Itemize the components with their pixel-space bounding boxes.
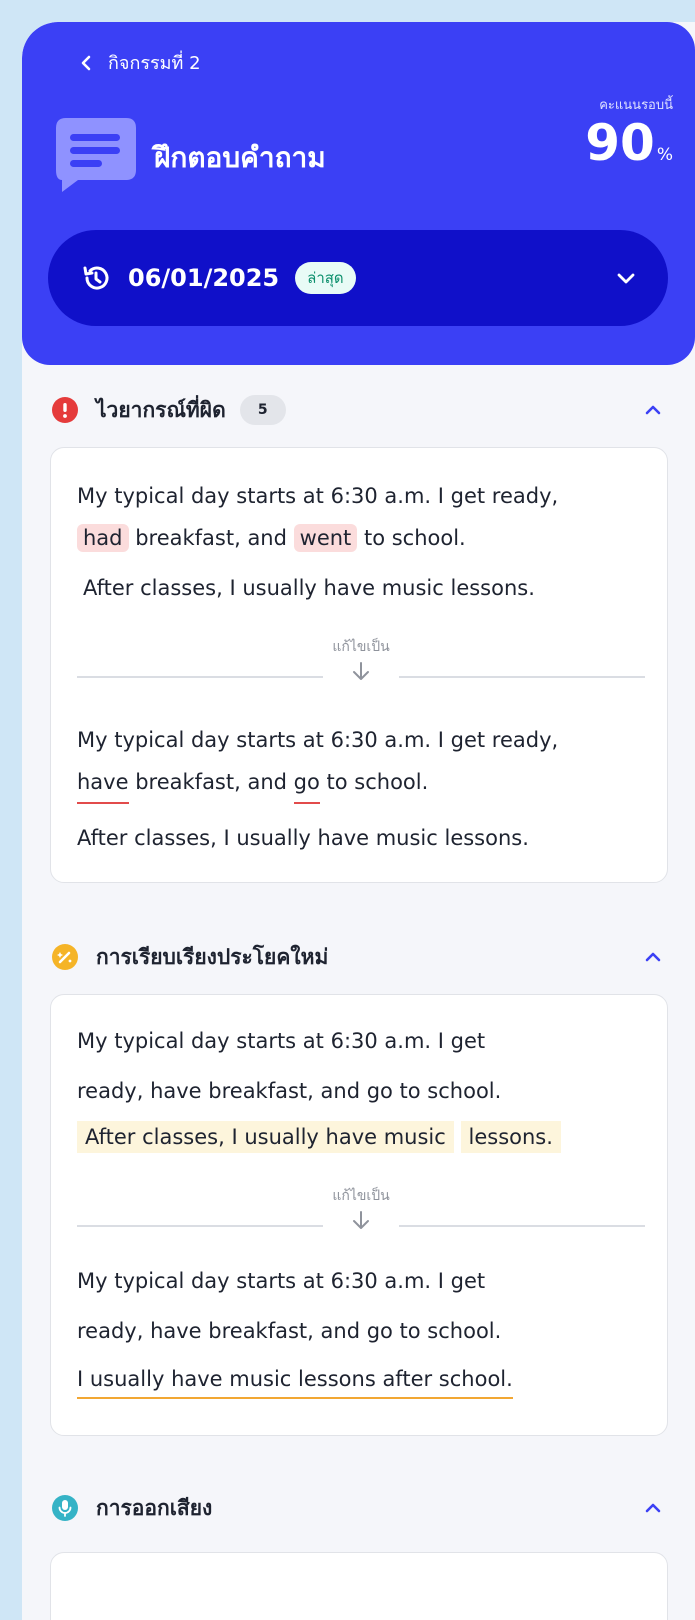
grammar-fixed-word: have xyxy=(77,770,129,804)
rephrase-corrected-line-1: My typical day starts at 6:30 a.m. I get xyxy=(77,1269,486,1293)
rephrase-highlight: lessons. xyxy=(460,1121,561,1153)
grammar-corrected-line-1: My typical day starts at 6:30 a.m. I get… xyxy=(77,728,559,752)
history-icon xyxy=(83,266,109,290)
divider-line xyxy=(399,1225,645,1227)
correction-divider: แก้ไขเป็น xyxy=(77,636,645,696)
rephrase-original-line-2: ready, have breakfast, and go to school. xyxy=(77,1079,502,1103)
divider-line xyxy=(77,676,323,678)
score-unit: % xyxy=(656,145,673,165)
microphone-icon xyxy=(52,1495,78,1521)
arrow-down-icon xyxy=(353,1211,369,1229)
divider-label: แก้ไขเป็น xyxy=(332,639,390,655)
divider-line xyxy=(77,1225,323,1227)
grammar-original-line-3: After classes, I usually have music less… xyxy=(83,576,535,600)
arrow-down-icon xyxy=(353,662,369,680)
grammar-corrected-text: to school. xyxy=(326,770,429,794)
chevron-down-icon xyxy=(617,273,635,284)
page-title: ฝึกตอบคำถาม xyxy=(154,141,326,174)
rephrase-section-title: การเรียบเรียงประโยคใหม่ xyxy=(96,944,329,969)
app-screen: กิจกรรมที่ 2 ฝึกตอบคำถาม คะแนนรอบนี้ 90 … xyxy=(22,22,695,1620)
grammar-original-text: to school. xyxy=(363,526,466,550)
score-label: คะแนนรอบนี้ xyxy=(599,98,673,113)
activity-header: กิจกรรมที่ 2 ฝึกตอบคำถาม คะแนนรอบนี้ 90 … xyxy=(22,22,695,365)
attempt-date-dropdown[interactable]: 06/01/2025 ล่าสุด xyxy=(48,230,668,326)
rephrase-new-sentence: I usually have music lessons after schoo… xyxy=(77,1367,513,1399)
grammar-original-line-2: had breakfast, and went to school. xyxy=(77,524,466,552)
rephrase-card: My typical day starts at 6:30 a.m. I get… xyxy=(50,994,668,1436)
rephrase-section-header[interactable]: การเรียบเรียงประโยคใหม่ xyxy=(52,937,664,977)
back-button[interactable]: กิจกรรมที่ 2 xyxy=(78,48,201,77)
divider-line xyxy=(399,676,645,678)
rephrase-highlight: After classes, I usually have music xyxy=(77,1121,454,1153)
chevron-up-icon[interactable] xyxy=(642,946,664,968)
grammar-section-title: ไวยากรณ์ที่ผิด xyxy=(96,397,226,422)
correction-divider: แก้ไขเป็น xyxy=(77,1185,645,1245)
grammar-corrected-line-3: After classes, I usually have music less… xyxy=(77,826,529,850)
rephrase-corrected-line-2: ready, have breakfast, and go to school. xyxy=(77,1319,502,1343)
grammar-count-badge: 5 xyxy=(239,395,286,425)
grammar-section-header[interactable]: ไวยากรณ์ที่ผิด 5 xyxy=(52,390,664,430)
chat-bubble-icon xyxy=(56,118,136,192)
chevron-left-icon xyxy=(81,55,91,70)
score-number: 90 xyxy=(585,114,655,172)
magic-wand-icon xyxy=(52,944,78,970)
attempt-date: 06/01/2025 xyxy=(128,264,280,292)
grammar-corrected-line-2: have breakfast, and go to school. xyxy=(77,770,428,804)
pronunciation-card xyxy=(50,1552,668,1620)
grammar-fixed-word: go xyxy=(293,770,320,804)
pronunciation-section-title: การออกเสียง xyxy=(96,1495,213,1520)
grammar-corrected-text: breakfast, and xyxy=(135,770,287,794)
grammar-error-word: had xyxy=(77,524,129,552)
back-label: กิจกรรมที่ 2 xyxy=(108,53,201,74)
chevron-up-icon[interactable] xyxy=(642,399,664,421)
rephrase-original-line-3: After classes, I usually have music less… xyxy=(77,1121,561,1153)
rephrase-original-line-1: My typical day starts at 6:30 a.m. I get xyxy=(77,1029,486,1053)
grammar-original-line-1: My typical day starts at 6:30 a.m. I get… xyxy=(77,484,559,508)
grammar-card: My typical day starts at 6:30 a.m. I get… xyxy=(50,447,668,883)
score-value: 90 % xyxy=(585,118,673,168)
rephrase-corrected-line-3: I usually have music lessons after schoo… xyxy=(77,1367,513,1399)
chevron-up-icon[interactable] xyxy=(642,1497,664,1519)
latest-badge: ล่าสุด xyxy=(295,262,356,294)
grammar-error-word: went xyxy=(293,524,358,552)
grammar-original-text: breakfast, and xyxy=(135,526,287,550)
divider-label: แก้ไขเป็น xyxy=(332,1188,390,1204)
pronunciation-section-header[interactable]: การออกเสียง xyxy=(52,1488,664,1528)
exclamation-icon xyxy=(52,397,78,423)
